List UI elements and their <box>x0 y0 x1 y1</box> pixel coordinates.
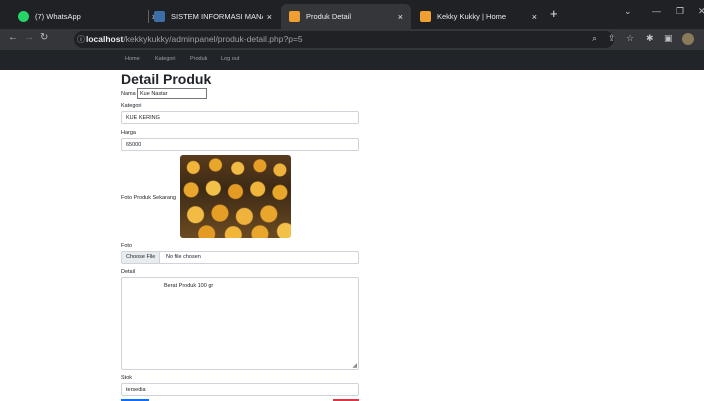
tab-kekky-home[interactable]: Kekky Kukky | Home × <box>412 4 545 29</box>
url-text[interactable]: localhost/kekkykukky/adminpanel/produk-d… <box>86 34 303 44</box>
foto-file-input[interactable]: Choose File No file chosen <box>121 251 359 264</box>
tab-title: Produk Detail <box>306 12 352 21</box>
new-tab-button[interactable]: + <box>550 6 558 21</box>
profile-avatar[interactable] <box>682 33 694 45</box>
tab-sistem-informasi[interactable]: SISTEM INFORMASI MANAJEMI × <box>146 4 280 29</box>
foto-label: Foto <box>121 243 133 249</box>
site-navbar: Home Kategori Produk Log out <box>0 50 704 70</box>
harga-input[interactable]: 65000 <box>121 138 359 151</box>
bookmark-star-icon[interactable]: ☆ <box>626 33 634 44</box>
browser-tab-strip: (7) WhatsApp × SISTEM INFORMASI MANAJEMI… <box>0 0 704 29</box>
extensions-icon[interactable]: ✱ <box>646 33 654 44</box>
restore-icon[interactable]: ❐ <box>676 6 684 17</box>
nav-link-logout[interactable]: Log out <box>221 56 239 62</box>
page-title: Detail Produk <box>121 71 212 87</box>
tab-title: SISTEM INFORMASI MANAJEMI <box>171 12 263 21</box>
tab-search-icon[interactable]: ⌄ <box>624 6 632 17</box>
page-favicon-icon <box>420 11 431 22</box>
page-favicon-icon <box>289 11 300 22</box>
kategori-select[interactable]: KUE KERING <box>121 111 359 124</box>
file-status-text: No file chosen <box>166 254 201 260</box>
close-window-icon[interactable]: ✕ <box>698 6 704 17</box>
reload-icon[interactable]: ↻ <box>40 32 48 43</box>
foto-sekarang-label: Foto Produk Sekarang <box>121 195 177 201</box>
minimize-icon[interactable]: — <box>652 6 661 16</box>
resize-handle-icon[interactable]: ◢ <box>352 362 357 369</box>
detail-label: Detail <box>121 269 136 275</box>
detail-textarea[interactable]: Berat Produk 100 gr ◢ <box>121 277 359 370</box>
tab-title: (7) WhatsApp <box>35 12 81 21</box>
tab-produk-detail[interactable]: Produk Detail × <box>281 4 411 29</box>
stok-label: Stok <box>121 375 133 381</box>
forward-icon[interactable]: → <box>24 32 34 43</box>
tab-whatsapp[interactable]: (7) WhatsApp × <box>10 4 165 29</box>
share-icon[interactable]: ⇪ <box>608 33 616 44</box>
kategori-label: Kategori <box>121 103 142 109</box>
browser-toolbar: ← → ↻ ⓘ localhost/kekkykukky/adminpanel/… <box>0 29 704 50</box>
site-info-icon[interactable]: ⓘ <box>77 34 85 45</box>
choose-file-button[interactable]: Choose File <box>122 252 161 263</box>
close-tab-icon[interactable]: × <box>267 12 272 22</box>
side-panel-icon[interactable]: ▣ <box>664 33 673 44</box>
nama-input[interactable]: Kue Nastar <box>137 88 207 99</box>
nav-link-home[interactable]: Home <box>125 56 140 62</box>
page-favicon-icon <box>154 11 165 22</box>
zoom-icon[interactable]: ⌕ <box>592 33 597 44</box>
nav-link-produk[interactable]: Produk <box>190 56 207 62</box>
harga-label: Harga <box>121 130 136 136</box>
nav-link-kategori[interactable]: Kategori <box>155 56 176 62</box>
stok-select[interactable]: tersedia <box>121 383 359 396</box>
tab-title: Kekky Kukky | Home <box>437 12 507 21</box>
whatsapp-icon <box>18 11 29 22</box>
detail-text: Berat Produk 100 gr <box>164 283 214 289</box>
close-tab-icon[interactable]: × <box>532 12 537 22</box>
back-icon[interactable]: ← <box>8 32 18 43</box>
close-tab-icon[interactable]: × <box>398 12 403 22</box>
product-photo <box>180 155 291 238</box>
nama-label: Nama <box>121 91 136 97</box>
